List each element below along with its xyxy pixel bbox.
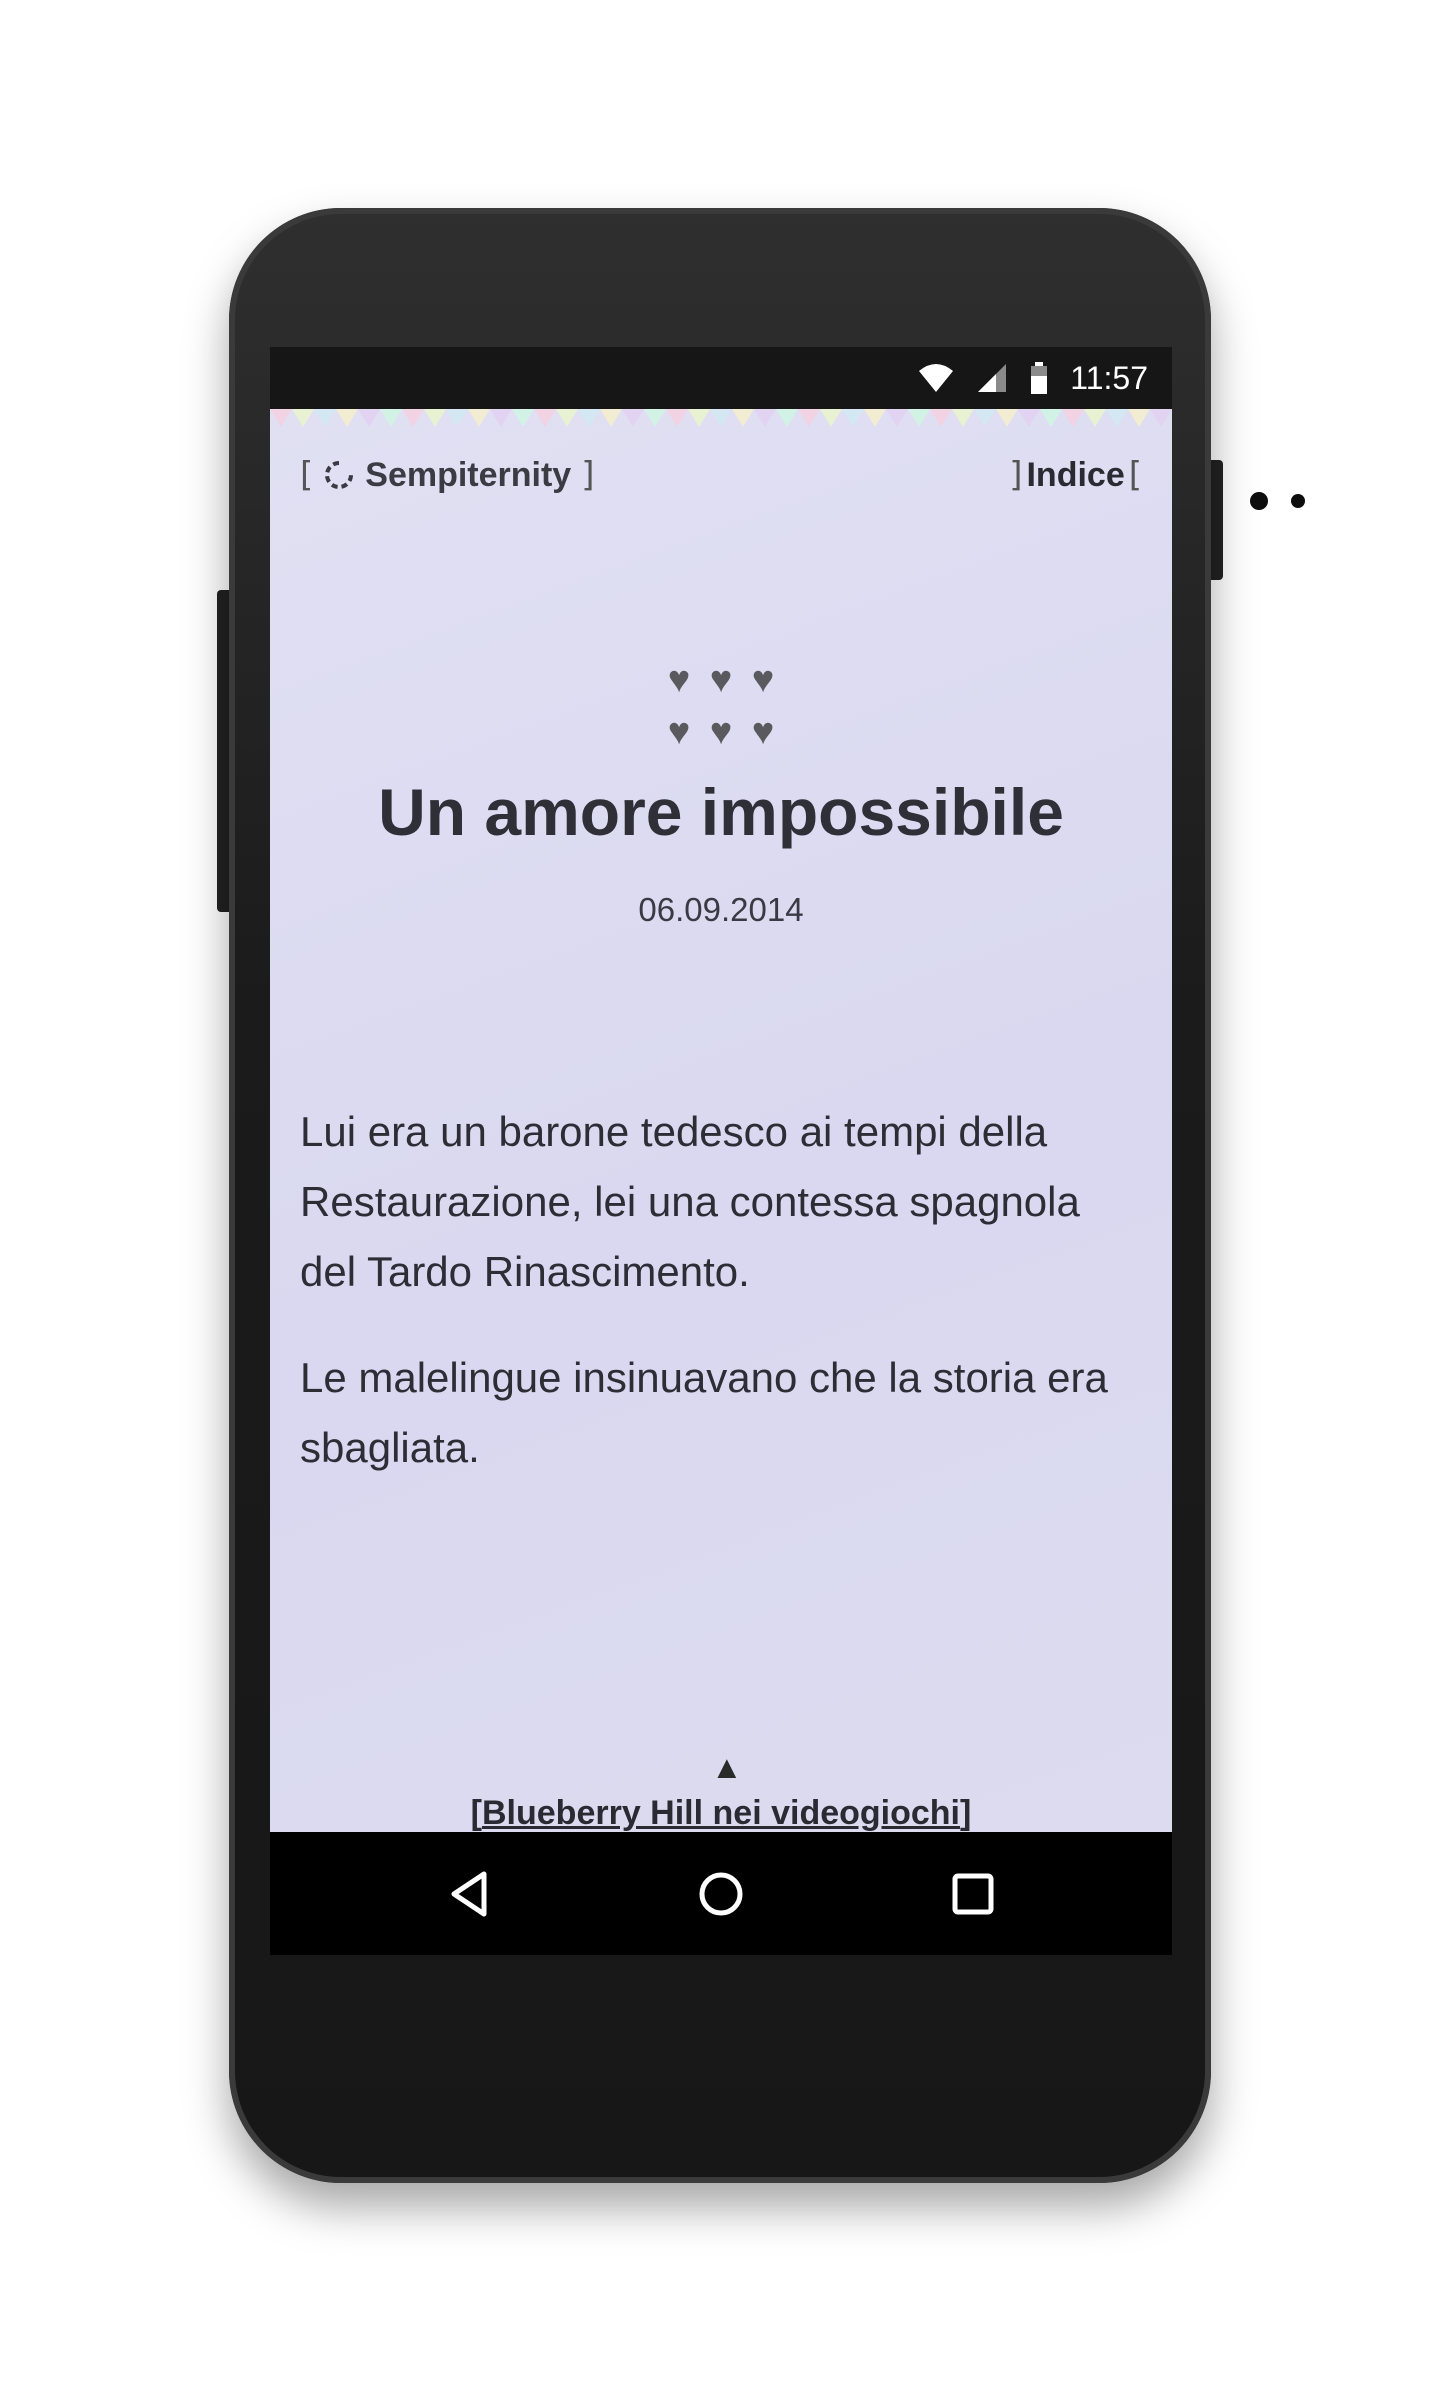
bunting-flag — [996, 409, 1018, 427]
post-body: Lui era un barone tedesco ai tempi della… — [300, 1097, 1145, 1519]
hearts-decoration: ♥ ♥ ♥ ♥ ♥ ♥ — [660, 657, 782, 755]
bunting-flag — [292, 409, 314, 427]
site-home-link[interactable]: [ Sempiternity ] — [300, 455, 594, 495]
bracket-open: [ — [470, 1794, 482, 1832]
clock: 11:57 — [1070, 359, 1148, 396]
bunting-flag — [1040, 409, 1062, 427]
bunting-flag — [974, 409, 996, 427]
next-post-title[interactable]: Blueberry Hill nei videogiochi — [482, 1794, 960, 1832]
recents-icon[interactable] — [943, 1864, 1003, 1924]
paragraph: Le malelingue insinuavano che la storia … — [300, 1354, 1108, 1471]
back-icon[interactable] — [440, 1864, 500, 1924]
bracket-close: ] — [581, 455, 595, 495]
bunting-flag — [358, 409, 380, 427]
bunting-flag — [402, 409, 424, 427]
bunting-decoration — [270, 409, 1172, 427]
bunting-flag — [380, 409, 402, 427]
spinner-icon — [325, 461, 354, 489]
navigation-bar — [270, 1832, 1172, 1955]
bunting-flag — [776, 409, 798, 427]
paragraph: Lui era un barone tedesco ai tempi della… — [300, 1108, 1080, 1295]
bracket-open: [ — [300, 455, 314, 495]
bunting-flag — [1150, 409, 1172, 427]
bunting-flag — [666, 409, 688, 427]
bunting-flag — [710, 409, 732, 427]
signal-icon — [978, 364, 1007, 392]
bunting-flag — [1084, 409, 1106, 427]
bunting-flag — [754, 409, 776, 427]
bunting-flag — [534, 409, 556, 427]
heart-icon: ♥ — [667, 711, 691, 753]
bunting-flag — [1018, 409, 1040, 427]
bunting-flag — [1106, 409, 1128, 427]
bunting-flag — [644, 409, 666, 427]
phone-screen: 11:57 [ Sempiternity ] ] Indice [ ♥ ♥ ♥ … — [270, 347, 1172, 1955]
bunting-flag — [1128, 409, 1150, 427]
heart-icon: ♥ — [751, 659, 775, 701]
bunting-flag — [336, 409, 358, 427]
heart-icon: ♥ — [709, 711, 733, 753]
bunting-flag — [578, 409, 600, 427]
bunting-flag — [908, 409, 930, 427]
heart-icon: ♥ — [709, 659, 733, 701]
bunting-flag — [820, 409, 842, 427]
bunting-flag — [556, 409, 578, 427]
bunting-flag — [930, 409, 952, 427]
bunting-flag — [864, 409, 886, 427]
bunting-flag — [1062, 409, 1084, 427]
bunting-flag — [622, 409, 644, 427]
bunting-flag — [314, 409, 336, 427]
bracket-close: ] — [1009, 455, 1023, 495]
status-bar: 11:57 — [270, 347, 1172, 409]
bunting-flag — [886, 409, 908, 427]
heart-icon: ♥ — [667, 659, 691, 701]
up-arrow-icon[interactable]: ▲ — [711, 1749, 743, 1786]
bunting-flag — [490, 409, 512, 427]
bracket-close: ] — [960, 1794, 972, 1832]
bunting-flag — [952, 409, 974, 427]
home-icon[interactable] — [691, 1864, 751, 1924]
bunting-flag — [600, 409, 622, 427]
index-link[interactable]: ] Indice [ — [1009, 455, 1142, 495]
bracket-open: [ — [1128, 455, 1142, 495]
post-date: 06.09.2014 — [638, 891, 804, 928]
post-title: Un amore impossibile — [378, 775, 1064, 849]
index-label[interactable]: Indice — [1026, 456, 1124, 495]
bunting-flag — [688, 409, 710, 427]
bunting-flag — [270, 409, 292, 427]
top-navigation: [ Sempiternity ] ] Indice [ — [300, 455, 1142, 499]
bunting-flag — [512, 409, 534, 427]
page-content: [ Sempiternity ] ] Indice [ ♥ ♥ ♥ ♥ ♥ ♥ … — [270, 409, 1172, 1832]
power-button — [1209, 460, 1223, 580]
wifi-icon — [919, 364, 954, 392]
bunting-flag — [424, 409, 446, 427]
bunting-flag — [732, 409, 754, 427]
bunting-flag — [446, 409, 468, 427]
next-post-link[interactable]: [Blueberry Hill nei videogiochi] — [270, 1794, 1172, 1832]
bunting-flag — [468, 409, 490, 427]
bunting-flag — [798, 409, 820, 427]
heart-icon: ♥ — [751, 711, 775, 753]
sensor-dot — [1250, 492, 1268, 510]
sensor-dot — [1291, 494, 1305, 508]
battery-icon — [1031, 362, 1048, 394]
bunting-flag — [842, 409, 864, 427]
site-name[interactable]: Sempiternity — [365, 456, 571, 495]
